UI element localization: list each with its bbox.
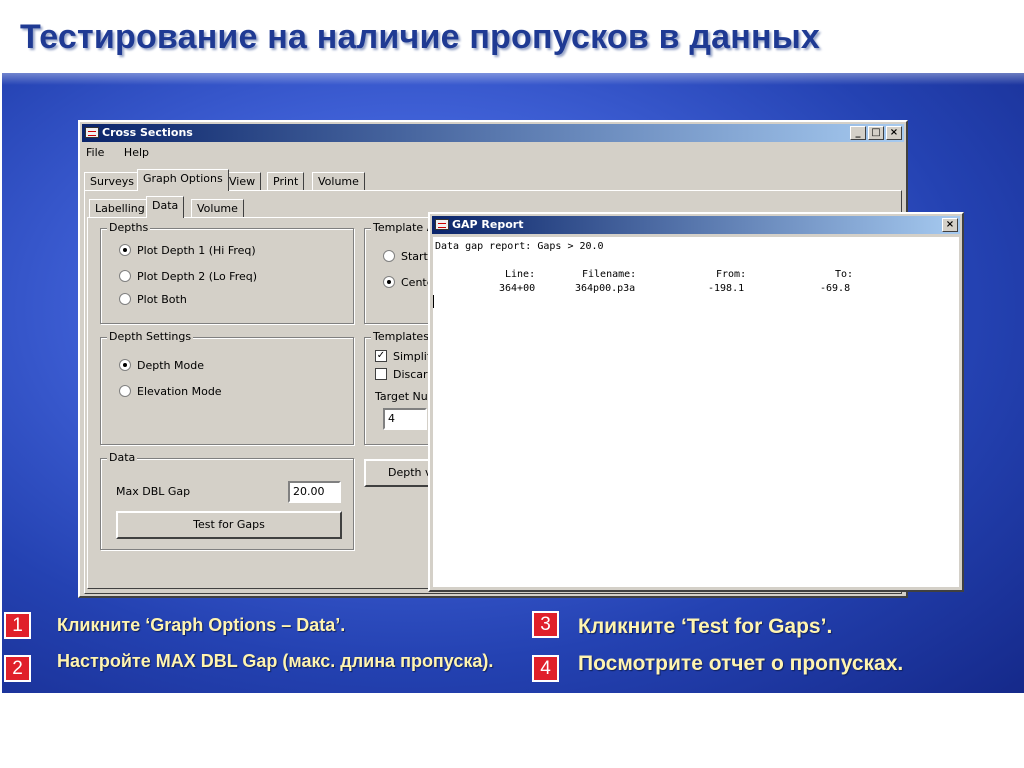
depths-group: Depths Plot Depth 1 (Hi Freq) Plot Depth…	[100, 221, 354, 324]
menu-bar: File Help	[84, 146, 163, 164]
gap-report-title: GAP Report	[452, 218, 524, 231]
app-icon	[435, 219, 449, 230]
checkbox-discard[interactable]: Discard	[375, 368, 434, 382]
data-group-title: Data	[107, 451, 138, 464]
slide-title: Тестирование на наличие пропусков в данн…	[20, 18, 821, 56]
app-icon	[85, 127, 99, 138]
menu-help[interactable]: Help	[122, 146, 151, 159]
tab-volume[interactable]: Volume	[312, 172, 365, 191]
close-icon[interactable]: ×	[942, 218, 958, 232]
step-text-1: Кликните ‘Graph Options – Data’.	[57, 615, 346, 635]
test-for-gaps-button[interactable]: Test for Gaps	[116, 511, 342, 539]
text-caret	[433, 295, 434, 308]
maximize-icon[interactable]: □	[868, 126, 884, 140]
radio-plot-both[interactable]: Plot Both	[119, 293, 187, 307]
radio-center[interactable]: Cente	[383, 276, 434, 290]
template-a-title: Template A	[371, 221, 437, 234]
radio-icon	[119, 293, 131, 305]
step-text-3: Кликните ‘Test for Gaps’.	[578, 615, 833, 638]
column-header-to: To:	[835, 269, 854, 280]
radio-start[interactable]: Start	[383, 250, 428, 264]
close-icon[interactable]: ×	[886, 126, 902, 140]
menu-file[interactable]: File	[84, 146, 106, 159]
gap-report-window: GAP Report × Data gap report: Gaps > 20.…	[428, 212, 964, 592]
step-number-1: 1	[4, 612, 31, 639]
radio-selected-icon	[119, 244, 131, 256]
window-title: Cross Sections	[102, 126, 193, 139]
radio-elevation-mode[interactable]: Elevation Mode	[119, 385, 222, 399]
target-num-input[interactable]: 4	[383, 408, 427, 430]
tab-sub-volume[interactable]: Volume	[191, 199, 244, 218]
report-header-line: Data gap report: Gaps > 20.0	[435, 241, 604, 252]
step-number-4: 4	[532, 655, 559, 682]
tab-view[interactable]: View	[223, 172, 262, 191]
tab-data[interactable]: Data	[146, 196, 185, 218]
step-text-4: Посмотрите отчет о пропусках.	[578, 652, 904, 675]
radio-selected-icon	[383, 276, 395, 288]
column-header-from: From:	[716, 269, 747, 280]
depths-group-title: Depths	[107, 221, 151, 234]
tab-surveys[interactable]: Surveys	[84, 172, 140, 191]
tab-print[interactable]: Print	[267, 172, 305, 191]
radio-depth-mode[interactable]: Depth Mode	[119, 359, 204, 373]
max-dbl-gap-label: Max DBL Gap	[116, 485, 191, 498]
tab-labelling[interactable]: Labelling	[89, 199, 151, 218]
templates-title: Templates	[371, 330, 431, 343]
radio-icon	[119, 385, 131, 397]
step-number-2: 2	[4, 655, 31, 682]
row-from-value: -198.1	[708, 283, 745, 294]
radio-selected-icon	[119, 359, 131, 371]
radio-icon	[119, 270, 131, 282]
max-dbl-gap-input[interactable]: 20.00	[288, 481, 341, 503]
checkbox-checked-icon: ✓	[375, 350, 387, 362]
checkbox-icon	[375, 368, 387, 380]
radio-plot-depth-1[interactable]: Plot Depth 1 (Hi Freq)	[119, 244, 256, 258]
row-filename-value: 364p00.p3a	[575, 283, 636, 294]
depth-settings-title: Depth Settings	[107, 330, 194, 343]
step-number-3: 3	[532, 611, 559, 638]
gap-report-titlebar[interactable]: GAP Report ×	[432, 216, 960, 234]
radio-icon	[383, 250, 395, 262]
tab-graph-options[interactable]: Graph Options	[137, 169, 229, 191]
row-line-value: 364+00	[499, 283, 536, 294]
cross-sections-titlebar[interactable]: Cross Sections _ □ ×	[82, 124, 904, 142]
data-group: Data Max DBL Gap 20.00 Test for Gaps	[100, 451, 354, 550]
depth-settings-group: Depth Settings Depth Mode Elevation Mode	[100, 330, 354, 445]
step-text-2: Настройте MAX DBL Gap (макс. длина пропу…	[57, 651, 494, 671]
row-to-value: -69.8	[820, 283, 851, 294]
gap-report-text[interactable]: Data gap report: Gaps > 20.0 Line: Filen…	[433, 237, 959, 587]
column-header-filename: Filename:	[582, 269, 637, 280]
radio-plot-depth-2[interactable]: Plot Depth 2 (Lo Freq)	[119, 270, 257, 284]
minimize-icon[interactable]: _	[850, 126, 866, 140]
column-header-line: Line:	[505, 269, 536, 280]
